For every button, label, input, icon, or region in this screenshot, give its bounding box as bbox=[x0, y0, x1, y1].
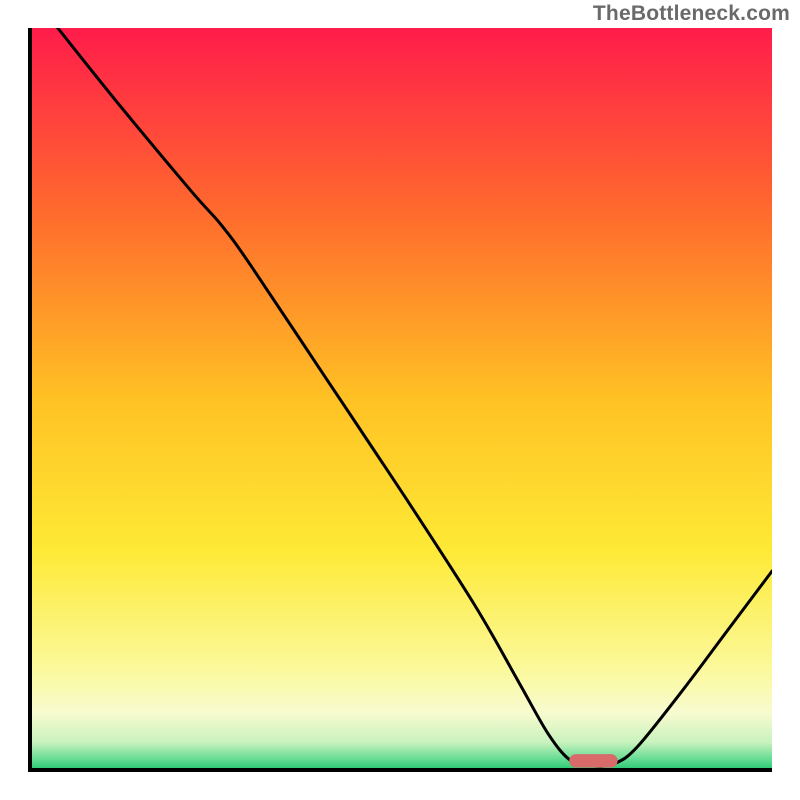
bottleneck-chart bbox=[28, 28, 772, 772]
optimal-marker bbox=[569, 754, 617, 767]
chart-plot-area bbox=[28, 28, 772, 772]
attribution-text: TheBottleneck.com bbox=[593, 2, 790, 26]
gradient-background bbox=[28, 28, 772, 772]
